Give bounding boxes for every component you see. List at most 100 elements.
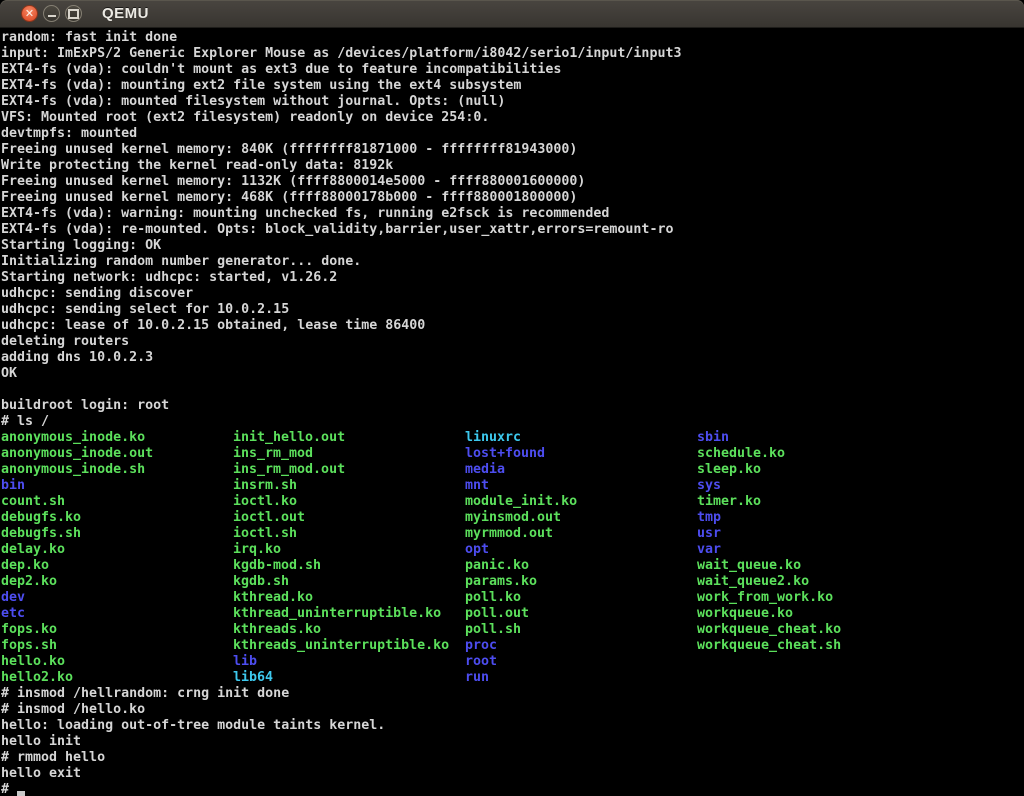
- console-line: EXT4-fs (vda): re-mounted. Opts: block_v…: [1, 222, 1024, 238]
- file-entry: var: [697, 542, 721, 558]
- console-line: # insmod /hello.ko: [1, 702, 1024, 718]
- console-line: Freeing unused kernel memory: 468K (ffff…: [1, 190, 1024, 206]
- console-line: OK: [1, 366, 1024, 382]
- file-entry: dev: [1, 590, 25, 606]
- file-entry: ioctl.sh: [233, 526, 297, 542]
- file-entry: debugfs.ko: [1, 510, 81, 526]
- console-line: EXT4-fs (vda): couldn't mount as ext3 du…: [1, 62, 1024, 78]
- console-line: # insmod /hellrandom: crng init done: [1, 686, 1024, 702]
- file-entry: kthread_uninterruptible.ko: [233, 606, 441, 622]
- console-line: Starting logging: OK: [1, 238, 1024, 254]
- file-entry: mnt: [465, 478, 489, 494]
- file-entry: lib64: [233, 670, 273, 686]
- file-entry: sys: [697, 478, 721, 494]
- file-entry: wait_queue.ko: [697, 558, 801, 574]
- console-line: hello init: [1, 734, 1024, 750]
- file-entry: ioctl.ko: [233, 494, 297, 510]
- maximize-icon: [68, 9, 79, 19]
- ls-output-row: anonymous_inode.out ins_rm_mod lost+found s…: [1, 446, 1024, 462]
- shell-prompt-line: #: [1, 782, 1024, 796]
- file-entry: params.ko: [465, 574, 537, 590]
- file-entry: anonymous_inode.sh: [1, 462, 145, 478]
- ls-output-row: anonymous_inode.shins_rm_mod.outmediasle…: [1, 462, 1024, 478]
- console-line: udhcpc: sending discover: [1, 286, 1024, 302]
- terminal-cursor: [17, 791, 25, 796]
- console-line: input: ImExPS/2 Generic Explorer Mouse a…: [1, 46, 1024, 62]
- file-entry: kthreads.ko: [233, 622, 321, 638]
- file-entry: hello.ko: [1, 654, 65, 670]
- file-entry: hello2.ko: [1, 670, 73, 686]
- ls-output-row: fops.kokthreads.kopoll.shworkqueue_cheat…: [1, 622, 1024, 638]
- ls-output-row: debugfs.sh ioctl.sh myrmmod.out usr: [1, 526, 1024, 542]
- window-titlebar[interactable]: ✕ QEMU: [0, 0, 1024, 28]
- file-entry: ioctl.out: [233, 510, 305, 526]
- ls-output-row: delay.ko irq.ko opt var: [1, 542, 1024, 558]
- file-entry: media: [465, 462, 505, 478]
- console-line: devtmpfs: mounted: [1, 126, 1024, 142]
- file-entry: dep.ko: [1, 558, 49, 574]
- console-line: Initializing random number generator... …: [1, 254, 1024, 270]
- minimize-icon: [48, 15, 56, 17]
- file-entry: irq.ko: [233, 542, 281, 558]
- file-entry: kthread.ko: [233, 590, 313, 606]
- file-entry: fops.ko: [1, 622, 57, 638]
- file-entry: linuxrc: [465, 430, 521, 446]
- console-line: EXT4-fs (vda): warning: mounting uncheck…: [1, 206, 1024, 222]
- file-entry: usr: [697, 526, 721, 542]
- console-line: [1, 382, 1024, 398]
- file-entry: ins_rm_mod: [233, 446, 313, 462]
- terminal-screen[interactable]: random: fast init doneinput: ImExPS/2 Ge…: [0, 28, 1024, 796]
- ls-output-row: hello2.ko lib64 run: [1, 670, 1024, 686]
- file-entry: init_hello.out: [233, 430, 345, 446]
- file-entry: tmp: [697, 510, 721, 526]
- console-line: # ls /: [1, 414, 1024, 430]
- console-line: udhcpc: lease of 10.0.2.15 obtained, lea…: [1, 318, 1024, 334]
- file-entry: opt: [465, 542, 489, 558]
- console-line: buildroot login: root: [1, 398, 1024, 414]
- file-entry: delay.ko: [1, 542, 65, 558]
- file-entry: wait_queue2.ko: [697, 574, 809, 590]
- ls-output-row: bininsrm.shmntsys: [1, 478, 1024, 494]
- window-title: QEMU: [102, 0, 149, 27]
- console-line: adding dns 10.0.2.3: [1, 350, 1024, 366]
- console-line: Freeing unused kernel memory: 1132K (fff…: [1, 174, 1024, 190]
- ls-output-row: hello.kolibroot: [1, 654, 1024, 670]
- minimize-button[interactable]: [43, 5, 60, 22]
- file-entry: schedule.ko: [697, 446, 785, 462]
- file-entry: fops.sh: [1, 638, 57, 654]
- file-entry: debugfs.sh: [1, 526, 81, 542]
- close-icon: ✕: [25, 8, 34, 19]
- file-entry: anonymous_inode.out: [1, 446, 153, 462]
- console-line: hello exit: [1, 766, 1024, 782]
- file-entry: workqueue_cheat.sh: [697, 638, 841, 654]
- console-line: # rmmod hello: [1, 750, 1024, 766]
- file-entry: bin: [1, 478, 25, 494]
- ls-output-row: etckthread_uninterruptible.kopoll.outwor…: [1, 606, 1024, 622]
- close-button[interactable]: ✕: [21, 5, 38, 22]
- file-entry: myinsmod.out: [465, 510, 561, 526]
- console-line: EXT4-fs (vda): mounted filesystem withou…: [1, 94, 1024, 110]
- console-output: random: fast init doneinput: ImExPS/2 Ge…: [1, 30, 1024, 796]
- file-entry: anonymous_inode.ko: [1, 430, 145, 446]
- file-entry: proc: [465, 638, 497, 654]
- ls-output-row: dep.ko kgdb-mod.sh panic.ko wait_queue.ko: [1, 558, 1024, 574]
- console-line: EXT4-fs (vda): mounting ext2 file system…: [1, 78, 1024, 94]
- console-line: VFS: Mounted root (ext2 filesystem) read…: [1, 110, 1024, 126]
- file-entry: timer.ko: [697, 494, 761, 510]
- file-entry: dep2.ko: [1, 574, 57, 590]
- ls-output-row: anonymous_inode.ko init_hello.out linuxrc s…: [1, 430, 1024, 446]
- file-entry: run: [465, 670, 489, 686]
- maximize-button[interactable]: [65, 5, 82, 22]
- console-line: Starting network: udhcpc: started, v1.26…: [1, 270, 1024, 286]
- ls-output-row: dep2.ko kgdb.sh params.ko wait_queue2.ko: [1, 574, 1024, 590]
- console-line: hello: loading out-of-tree module taints…: [1, 718, 1024, 734]
- file-entry: kgdb-mod.sh: [233, 558, 321, 574]
- file-entry: myrmmod.out: [465, 526, 553, 542]
- file-entry: kgdb.sh: [233, 574, 289, 590]
- file-entry: root: [465, 654, 497, 670]
- file-entry: sleep.ko: [697, 462, 761, 478]
- file-entry: panic.ko: [465, 558, 529, 574]
- file-entry: kthreads_uninterruptible.ko: [233, 638, 449, 654]
- file-entry: lost+found: [465, 446, 545, 462]
- file-entry: sbin: [697, 430, 729, 446]
